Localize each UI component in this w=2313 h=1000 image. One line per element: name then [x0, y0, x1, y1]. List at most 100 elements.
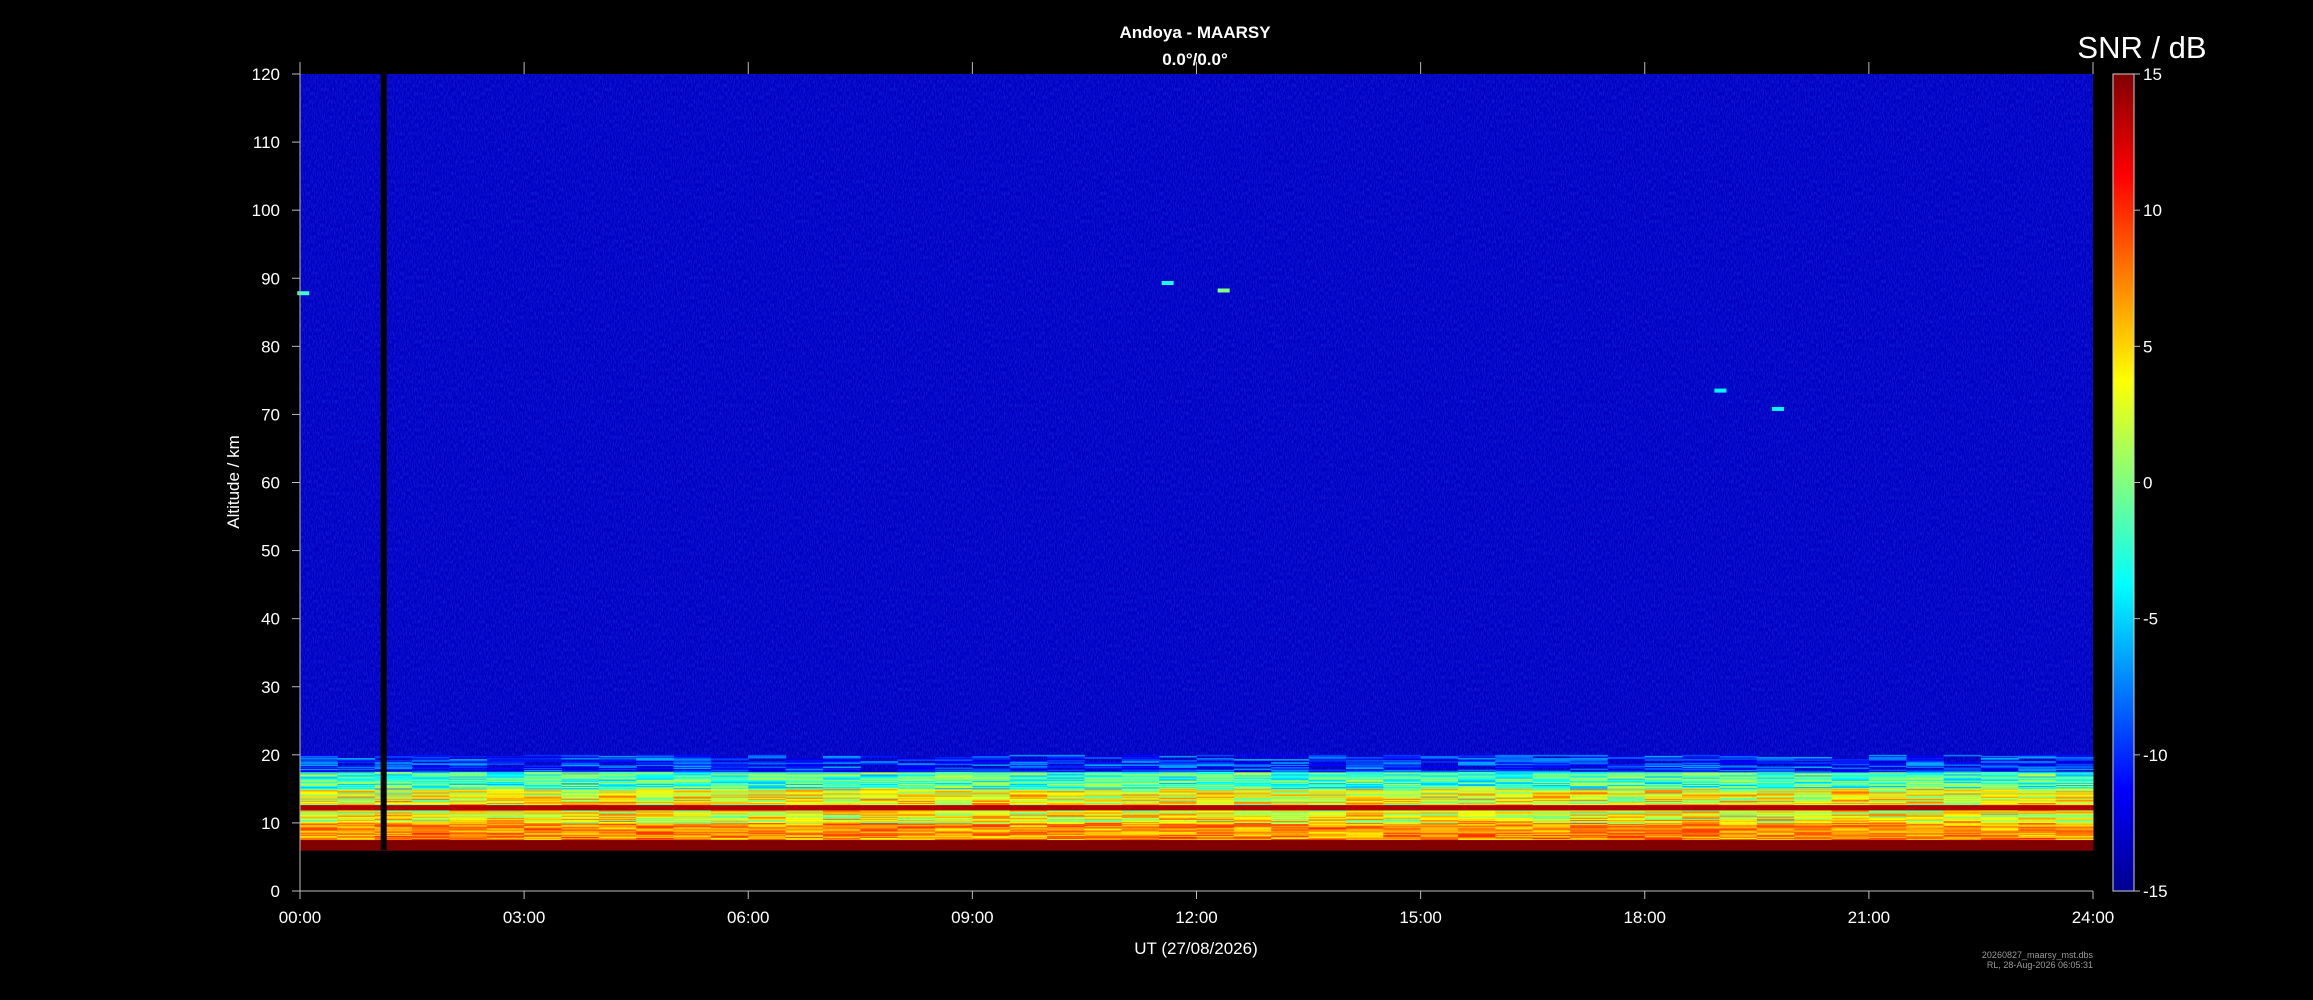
heatmap-cell	[710, 769, 749, 772]
heatmap-cell	[300, 758, 338, 760]
heatmap-cell	[1047, 754, 1085, 757]
heatmap-cell	[449, 759, 488, 761]
heatmap-cell	[598, 771, 637, 774]
heatmap-cell	[1271, 759, 1310, 761]
heatmap-cell	[1196, 758, 1235, 760]
heatmap-cell	[1607, 755, 1646, 758]
heatmap-cell	[1121, 771, 1160, 774]
echo-feature	[1771, 406, 1784, 411]
heatmap-cell	[1084, 764, 1123, 766]
heatmap-noise-texture	[300, 74, 2093, 851]
heatmap-cell	[673, 756, 712, 759]
echo-feature	[1217, 288, 1230, 293]
heatmap-cell	[524, 760, 562, 762]
heatmap	[297, 74, 2094, 851]
heatmap-cell	[748, 770, 787, 773]
footer-filename: 20260827_maarsy_mst.dbs	[1982, 950, 2094, 960]
heatmap-cell	[561, 768, 600, 771]
heatmap-cell	[486, 758, 525, 760]
heatmap-cell	[1009, 760, 1048, 762]
y-tick-label: 30	[261, 678, 280, 697]
echo-feature	[1714, 388, 1727, 393]
heatmap-cell	[636, 758, 675, 760]
heatmap-cell	[598, 755, 637, 758]
heatmap-cell	[972, 764, 1011, 766]
heatmap-cell	[337, 765, 376, 767]
heatmap-cell	[524, 765, 562, 767]
heatmap-cell	[300, 762, 338, 764]
heatmap-cell	[300, 766, 338, 769]
colorbar-tick-label: -10	[2143, 746, 2168, 765]
heatmap-cell	[1308, 754, 1347, 757]
echo-feature	[1161, 281, 1174, 286]
heatmap-cell	[1121, 754, 1160, 757]
heatmap-cell	[1906, 758, 1945, 760]
heatmap-cell	[300, 754, 338, 757]
heatmap-cell	[1570, 762, 1608, 764]
heatmap-cell	[598, 760, 637, 762]
heatmap-cell	[486, 760, 525, 762]
heatmap-cell	[1047, 769, 1085, 772]
x-tick-label: 06:00	[727, 908, 770, 927]
heatmap-cell	[1009, 770, 1048, 773]
heatmap-cell	[1794, 764, 1833, 766]
heatmap-cell	[1121, 769, 1160, 772]
heatmap-cell	[1831, 767, 1870, 770]
heatmap-cell	[748, 766, 787, 769]
heatmap-cell	[1868, 754, 1907, 757]
heatmap-cell	[1383, 754, 1422, 757]
heatmap-cell	[897, 766, 936, 769]
colorbar-label: SNR / dB	[2077, 30, 2206, 65]
heatmap-cell	[449, 766, 488, 769]
heatmap-cell	[449, 768, 488, 771]
heatmap-cell	[972, 754, 1011, 757]
heatmap-cell	[1457, 771, 1496, 774]
heatmap-cell	[1794, 766, 1833, 769]
heatmap-cell	[337, 771, 376, 774]
heatmap-cell	[935, 769, 973, 772]
heatmap-cell	[1196, 771, 1235, 774]
heatmap-cell	[785, 764, 824, 766]
heatmap-cell	[1308, 763, 1347, 765]
heatmap-cell	[1868, 764, 1907, 766]
heatmap-cell	[1756, 766, 1795, 769]
heatmap-cell	[1644, 755, 1683, 758]
x-tick-label: 00:00	[279, 908, 322, 927]
y-tick-label: 90	[261, 269, 280, 288]
heatmap-cell	[1457, 758, 1496, 760]
y-tick-label: 10	[261, 814, 280, 833]
heatmap-cell	[1682, 759, 1720, 761]
heatmap-cell	[1420, 761, 1459, 763]
heatmap-cell	[1084, 762, 1123, 764]
heatmap-cell	[1756, 761, 1795, 763]
heatmap-cell	[710, 764, 749, 766]
heatmap-cell	[598, 758, 637, 760]
heatmap-cell	[1047, 762, 1085, 764]
heatmap-cell	[449, 763, 488, 765]
heatmap-cell	[1719, 765, 1758, 767]
colorbar-tick-label: -15	[2143, 882, 2168, 901]
heatmap-cell	[860, 755, 899, 758]
colorbar-tick-label: 15	[2143, 65, 2162, 84]
heatmap-cell	[2055, 762, 2094, 764]
heatmap-cell	[486, 755, 525, 758]
heatmap-cell	[1271, 762, 1310, 764]
heatmap-cell	[486, 767, 525, 770]
heatmap-cell	[748, 761, 787, 763]
heatmap-cell	[1644, 758, 1683, 760]
heatmap-cell	[1084, 771, 1123, 774]
heatmap-cell	[1644, 770, 1683, 773]
heatmap-cell	[1607, 764, 1646, 766]
colorbar-ticks: 15 10 5 0 -5 -10 -15	[2134, 65, 2168, 901]
heatmap-cell	[1383, 762, 1422, 764]
heatmap-cell	[935, 756, 973, 759]
colorbar-gradient	[2112, 73, 2135, 892]
heatmap-cell	[822, 766, 861, 769]
heatmap-cell	[1233, 762, 1272, 764]
heatmap-cell	[1868, 761, 1907, 763]
heatmap-cell	[710, 762, 749, 764]
heatmap-cell	[2018, 761, 2057, 763]
heatmap-cell	[1233, 754, 1272, 757]
x-tick-label: 12:00	[1175, 908, 1218, 927]
heatmap-cell	[1420, 755, 1459, 758]
